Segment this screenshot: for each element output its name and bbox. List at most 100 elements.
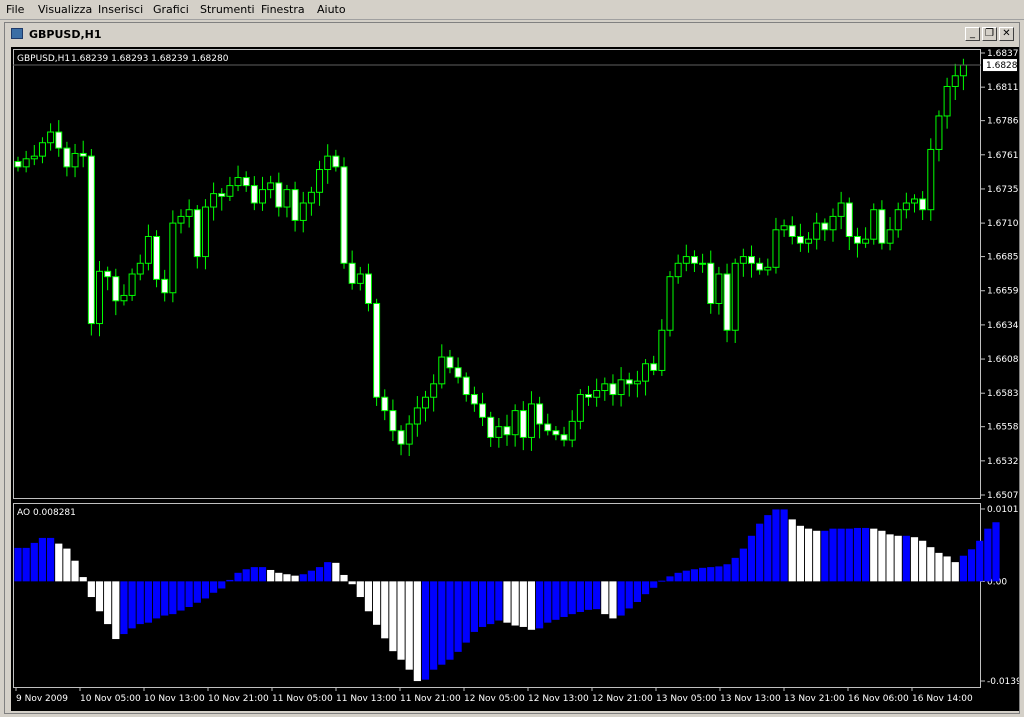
candle	[185, 199, 193, 228]
candle	[55, 120, 63, 157]
menu-strumenti[interactable]: Strumenti	[200, 3, 255, 16]
menu-grafici[interactable]: Grafici	[153, 3, 189, 16]
ao-bar	[364, 581, 373, 612]
ao-bar	[902, 535, 910, 582]
candle	[878, 200, 886, 250]
restore-button[interactable]: ❐	[982, 27, 997, 41]
time-axis-label: 13 Nov 21:00	[784, 694, 845, 704]
candle	[902, 192, 910, 219]
candle	[332, 149, 340, 172]
ao-bar	[544, 581, 552, 623]
minimize-button[interactable]: _	[965, 27, 980, 41]
candle-body	[625, 379, 633, 385]
candle	[519, 401, 527, 451]
candle	[780, 219, 788, 237]
candle	[756, 257, 764, 275]
candle-body	[55, 131, 63, 149]
candle-body	[935, 115, 943, 150]
candle	[690, 250, 698, 272]
ao-bar	[764, 515, 772, 582]
candle	[707, 250, 715, 314]
candle-body	[723, 273, 731, 331]
candle-body	[796, 235, 804, 244]
ao-pane-title: AO 0.008281	[17, 508, 76, 518]
candle-body	[112, 276, 120, 302]
candle	[234, 165, 242, 192]
candle	[381, 389, 389, 421]
candle	[422, 390, 429, 422]
candle-body	[283, 189, 291, 208]
candle-body	[682, 256, 690, 264]
candle	[633, 370, 641, 398]
candle-body	[633, 380, 641, 385]
ao-bar	[291, 575, 299, 582]
ao-bar	[886, 534, 894, 582]
ao-bar	[747, 535, 756, 582]
ao-bar	[552, 581, 560, 620]
candle-body	[805, 238, 813, 244]
candle	[576, 389, 584, 430]
candle	[112, 268, 120, 316]
candle	[682, 244, 690, 272]
ao-bar	[487, 581, 495, 625]
ao-bar	[348, 581, 356, 585]
ao-axis-label: -0.013990	[987, 677, 1019, 687]
candle	[813, 212, 821, 250]
candle-body	[853, 235, 861, 244]
candle-body	[454, 367, 462, 378]
candle	[805, 232, 813, 253]
ao-bar	[503, 581, 511, 623]
ao-bar	[462, 581, 470, 643]
ao-bar	[593, 581, 601, 610]
ao-bar	[829, 528, 837, 582]
candle-body	[870, 209, 878, 240]
ao-bar	[267, 569, 275, 582]
chart-area[interactable]: 1.68370 1.68115 1.67865 1.67610 1.67355 1.671…	[11, 47, 1019, 711]
candle-body	[837, 202, 845, 217]
candle	[79, 140, 87, 168]
candle-body	[527, 403, 535, 438]
candle	[120, 284, 128, 306]
time-axis-label: 11 Nov 21:00	[400, 694, 461, 704]
candle-body	[560, 434, 568, 441]
menu-aiuto[interactable]: Aiuto	[317, 3, 346, 16]
candle	[226, 176, 234, 202]
ao-bar	[495, 581, 503, 621]
candle-body	[185, 209, 193, 217]
ao-bar	[177, 581, 185, 611]
close-button[interactable]: ✕	[999, 27, 1014, 41]
candle	[87, 149, 95, 336]
chart-svg[interactable]: 1.68370 1.68115 1.67865 1.67610 1.67355 1.671…	[11, 47, 1019, 711]
ao-bar	[788, 519, 796, 582]
ao-bar	[560, 581, 568, 617]
price-axis-label: 1.65325	[987, 457, 1019, 467]
candle-body	[813, 222, 821, 240]
price-axis-label: 1.67610	[987, 151, 1019, 161]
ao-bar	[161, 581, 169, 616]
ao-bar	[723, 564, 731, 582]
menu-file[interactable]: File	[6, 3, 24, 16]
candle	[951, 63, 959, 101]
candle	[38, 137, 46, 164]
ao-bar	[682, 570, 690, 582]
candle	[723, 263, 731, 343]
window-titlebar[interactable]: GBPUSD,H1 _ ❐ ✕	[7, 25, 1017, 44]
ao-bar	[185, 581, 193, 608]
menu-finestra[interactable]: Finestra	[261, 3, 305, 16]
menu-visualizza[interactable]: Visualizza	[38, 3, 92, 16]
candle-body	[642, 363, 650, 382]
ao-bar	[470, 581, 478, 632]
candle-body	[943, 85, 951, 117]
candle	[389, 399, 397, 442]
candle	[250, 176, 258, 211]
candle-body	[250, 185, 258, 204]
candle	[373, 298, 381, 406]
ao-bar	[405, 581, 413, 670]
candle-body	[927, 148, 935, 211]
menu-inserisci[interactable]: Inserisci	[98, 3, 143, 16]
ao-bar	[625, 581, 633, 609]
candle	[14, 156, 22, 172]
candle-body	[772, 229, 780, 268]
price-axis-label: 1.66340	[987, 321, 1019, 331]
candle	[470, 386, 478, 412]
